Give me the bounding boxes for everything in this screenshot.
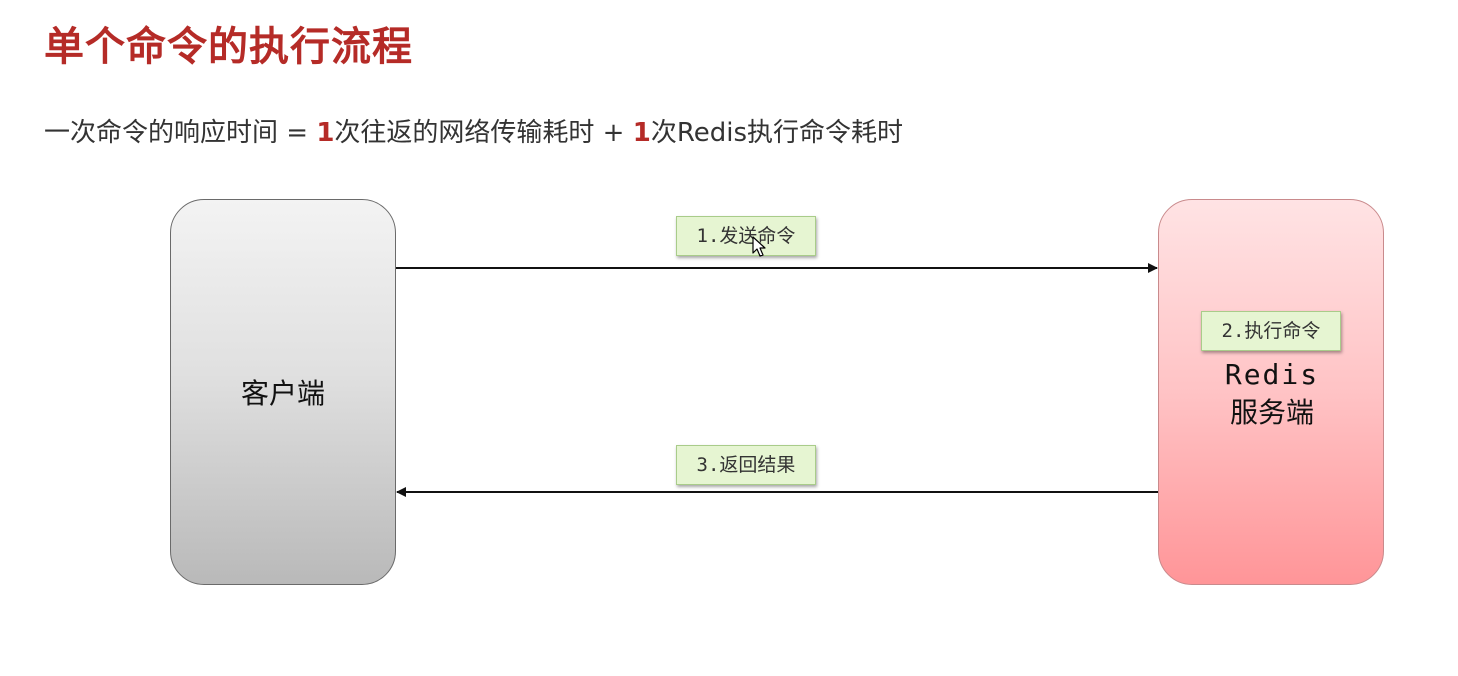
slide: 单个命令的执行流程 一次命令的响应时间 = 1次往返的网络传输耗时 + 1次Re…	[0, 0, 1458, 676]
client-box: 客户端	[170, 199, 396, 585]
step-return-result-tag: 3.返回结果	[676, 445, 816, 485]
client-label: 客户端	[240, 377, 325, 410]
step-execute-command-tag: 2.执行命令	[1201, 311, 1341, 351]
server-label-line-2: 服务端	[1229, 396, 1314, 429]
step-send-command-tag: 1.发送命令	[676, 216, 816, 256]
mouse-cursor-icon	[752, 236, 766, 257]
redis-server-box: Redis 服务端	[1158, 199, 1384, 585]
server-label: Redis 服务端	[1159, 356, 1385, 432]
server-label-line-1: Redis	[1224, 358, 1320, 391]
